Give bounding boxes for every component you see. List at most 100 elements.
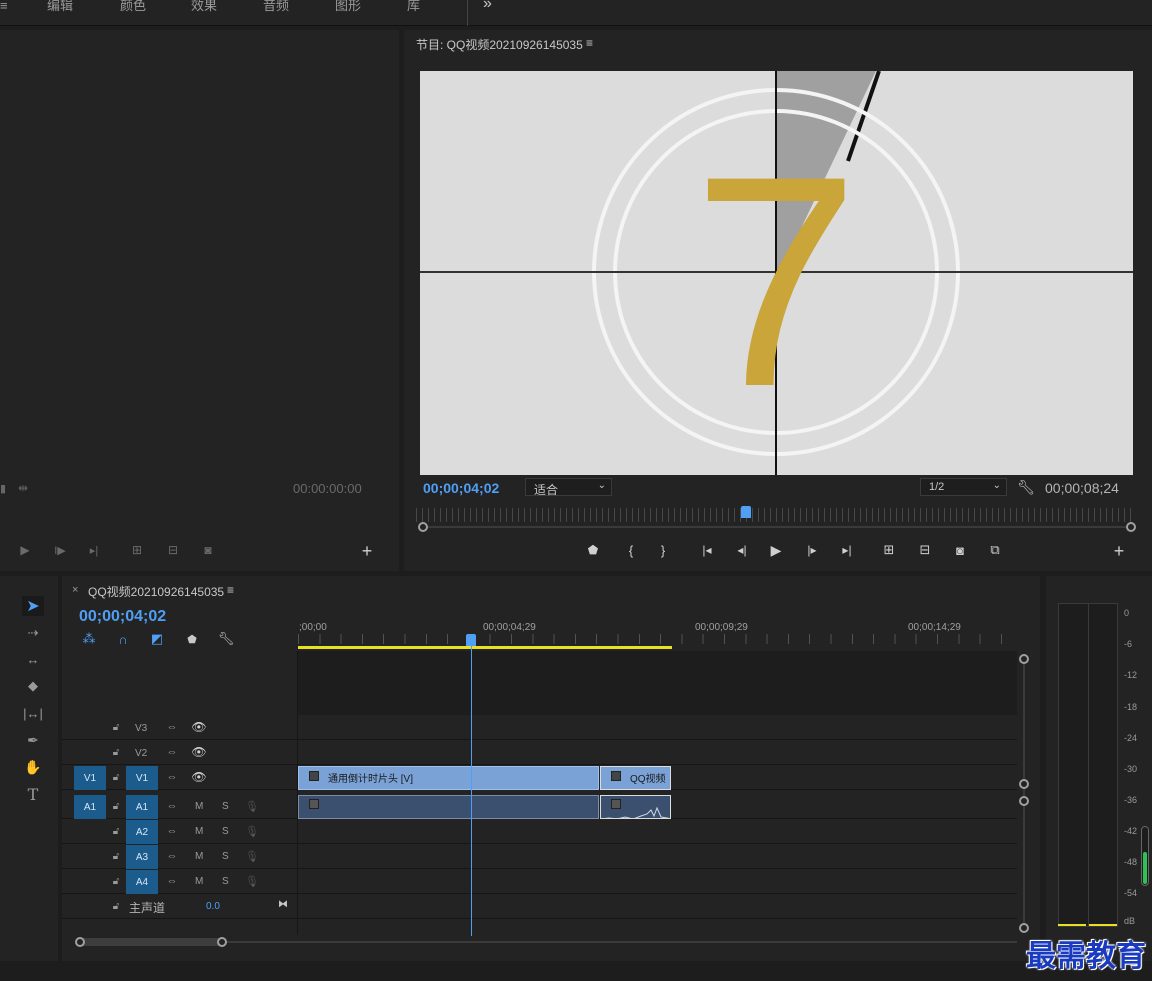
- step-back-icon[interactable]: ◂|: [734, 542, 750, 558]
- audio-vertical-scroll-handle[interactable]: [1019, 796, 1029, 806]
- source-marker-icon[interactable]: ▮: [0, 482, 6, 495]
- lock-icon[interactable]: 🔓︎: [110, 874, 122, 888]
- source-patch-v1[interactable]: V1: [74, 766, 106, 790]
- linked-selection-icon[interactable]: ◩: [148, 630, 166, 648]
- lock-icon[interactable]: 🔓︎: [110, 720, 122, 734]
- microphone-icon[interactable]: 🎙︎: [245, 874, 259, 888]
- source-go-to-out-icon[interactable]: ▸|: [85, 542, 103, 558]
- go-to-in-icon[interactable]: |◂: [697, 542, 717, 558]
- track-target-v1[interactable]: V1: [126, 766, 158, 790]
- horizontal-scroll-right-handle[interactable]: [217, 937, 227, 947]
- program-add-button-icon[interactable]: +: [1110, 541, 1128, 561]
- resolution-select[interactable]: 1/2 ⌄: [920, 478, 1007, 496]
- sync-lock-icon[interactable]: ⇔: [164, 799, 180, 813]
- program-scrub-ruler[interactable]: [416, 508, 1134, 522]
- wrench-icon[interactable]: 🔧︎: [1017, 478, 1035, 496]
- sync-lock-icon[interactable]: ⇔: [164, 874, 180, 888]
- program-current-timecode[interactable]: 00;00;04;02: [423, 480, 499, 496]
- close-icon[interactable]: ×: [72, 584, 78, 596]
- audio-clip-qq[interactable]: [600, 795, 671, 819]
- source-fit-icon[interactable]: ⇹: [18, 481, 28, 495]
- horizontal-scroll-left-handle[interactable]: [75, 937, 85, 947]
- solo-button[interactable]: S: [222, 876, 229, 887]
- video-clip-countdown[interactable]: 通用倒计时片头 [V]: [298, 766, 599, 790]
- step-forward-icon[interactable]: |▸: [804, 542, 820, 558]
- go-to-next-edit-icon[interactable]: ⧓: [276, 897, 290, 911]
- lock-icon[interactable]: 🔓︎: [110, 899, 122, 913]
- eye-icon[interactable]: 👁︎: [191, 745, 207, 759]
- play-icon[interactable]: ▶: [768, 541, 784, 559]
- add-marker-icon[interactable]: ⬟: [586, 542, 600, 558]
- microphone-icon[interactable]: 🎙︎: [245, 824, 259, 838]
- source-patch-a1[interactable]: A1: [74, 795, 106, 819]
- work-area-bar[interactable]: [298, 646, 672, 649]
- program-menu-icon[interactable]: ≡: [586, 36, 593, 50]
- slip-tool-icon[interactable]: |↔|: [22, 703, 44, 723]
- track-target-a2[interactable]: A2: [126, 820, 158, 844]
- sync-lock-icon[interactable]: ⇔: [164, 720, 180, 734]
- lift-icon[interactable]: ⊞: [878, 542, 900, 558]
- source-overwrite-icon[interactable]: ⊟: [163, 542, 183, 558]
- microphone-icon[interactable]: 🎙︎: [245, 799, 259, 813]
- solo-button[interactable]: S: [222, 801, 229, 812]
- tab-audio[interactable]: 音频: [263, 0, 289, 12]
- lock-icon[interactable]: 🔓︎: [110, 824, 122, 838]
- selection-tool-icon[interactable]: ➤: [22, 596, 44, 616]
- vertical-scroll-handle[interactable]: [1019, 654, 1029, 664]
- tab-graphics[interactable]: 图形: [335, 0, 361, 12]
- comparison-view-icon[interactable]: ⧉: [984, 542, 1006, 558]
- go-to-out-icon[interactable]: ▸|: [837, 542, 857, 558]
- timeline-menu-icon[interactable]: ≡: [227, 583, 234, 597]
- type-tool-icon[interactable]: T: [22, 784, 44, 804]
- timeline-ruler-ticks[interactable]: [298, 634, 1018, 644]
- audio-clip-countdown[interactable]: [298, 795, 599, 819]
- mark-out-icon[interactable]: }: [656, 542, 670, 558]
- timeline-playhead-handle[interactable]: [466, 634, 476, 646]
- source-play-icon[interactable]: ▶: [17, 542, 33, 558]
- mark-in-icon[interactable]: {: [624, 542, 638, 558]
- solo-button[interactable]: S: [222, 851, 229, 862]
- track-name-v3[interactable]: V3: [135, 723, 147, 734]
- video-clip-qq[interactable]: QQ视频: [600, 766, 671, 790]
- timeline-add-marker-icon[interactable]: ⬟: [184, 630, 200, 648]
- tab-edit[interactable]: 编辑: [47, 0, 73, 12]
- timeline-settings-wrench-icon[interactable]: 🔧︎: [217, 630, 235, 648]
- program-playhead[interactable]: [741, 506, 751, 518]
- eye-icon[interactable]: 👁︎: [191, 720, 207, 734]
- razor-tool-icon[interactable]: ◆: [22, 676, 44, 696]
- nest-sequence-icon[interactable]: ⁂: [80, 630, 98, 648]
- master-volume-value[interactable]: 0.0: [206, 901, 220, 912]
- extract-icon[interactable]: ⊟: [914, 542, 936, 558]
- sync-lock-icon[interactable]: ⇔: [164, 770, 180, 784]
- mute-button[interactable]: M: [195, 801, 203, 812]
- timeline-playhead-line[interactable]: [471, 646, 472, 936]
- hand-tool-icon[interactable]: ✋: [22, 757, 44, 777]
- sync-lock-icon[interactable]: ⇔: [164, 824, 180, 838]
- source-step-forward-icon[interactable]: I▶: [52, 542, 68, 558]
- horizontal-scrollbar-thumb[interactable]: [80, 938, 222, 946]
- fit-select[interactable]: 适合 ⌄: [525, 478, 612, 497]
- track-target-a3[interactable]: A3: [126, 845, 158, 869]
- export-frame-camera-icon[interactable]: ◙: [950, 542, 970, 558]
- pen-tool-icon[interactable]: ✒: [22, 730, 44, 750]
- mute-button[interactable]: M: [195, 876, 203, 887]
- track-target-a1[interactable]: A1: [126, 795, 158, 819]
- sync-lock-icon[interactable]: ⇔: [164, 745, 180, 759]
- program-zoom-left-handle[interactable]: [418, 522, 428, 532]
- mute-button[interactable]: M: [195, 826, 203, 837]
- source-add-button-icon[interactable]: +: [358, 541, 376, 561]
- program-video-frame[interactable]: 7: [420, 71, 1133, 475]
- tab-color[interactable]: 颜色: [120, 0, 146, 12]
- source-camera-icon[interactable]: ◙: [199, 542, 217, 558]
- timeline-current-timecode[interactable]: 00;00;04;02: [79, 608, 166, 626]
- program-zoom-bar[interactable]: [428, 526, 1128, 528]
- program-zoom-right-handle[interactable]: [1126, 522, 1136, 532]
- eye-icon[interactable]: 👁︎: [191, 770, 207, 784]
- source-insert-icon[interactable]: ⊞: [127, 542, 147, 558]
- track-target-a4[interactable]: A4: [126, 870, 158, 894]
- snap-magnet-icon[interactable]: ∩: [114, 630, 132, 648]
- vertical-scroll-handle[interactable]: [1019, 779, 1029, 789]
- track-select-tool-icon[interactable]: ⇢: [22, 623, 44, 643]
- tab-library[interactable]: 库: [407, 0, 420, 12]
- mute-button[interactable]: M: [195, 851, 203, 862]
